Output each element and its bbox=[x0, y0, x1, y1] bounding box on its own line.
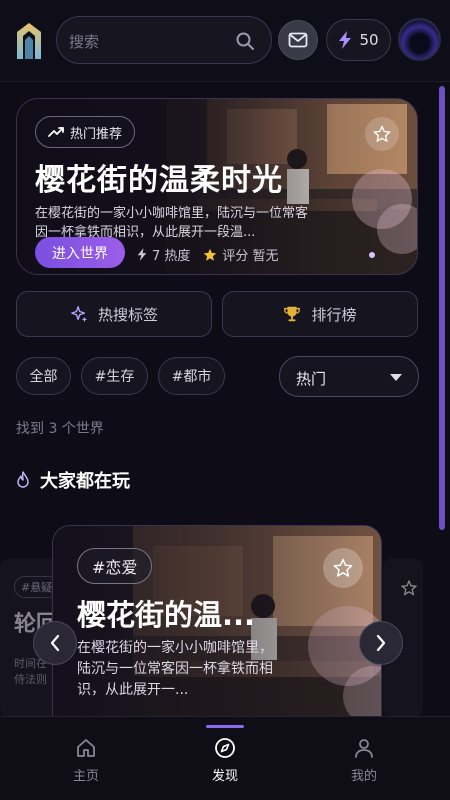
chevron-down-icon bbox=[390, 374, 402, 381]
card-title: 樱花街的温... bbox=[77, 598, 256, 632]
energy-counter[interactable]: 50 bbox=[326, 19, 391, 61]
tab-discover[interactable]: 发现 bbox=[150, 717, 300, 800]
carousel-card-current[interactable]: #恋爱 樱花街的温... 在樱花街的一家小小咖啡馆里，陆沉与一位常客因一杯拿铁而… bbox=[52, 525, 382, 735]
active-tab-indicator bbox=[206, 725, 244, 728]
compass-icon bbox=[215, 738, 235, 758]
app-logo-icon[interactable] bbox=[14, 22, 44, 60]
search-icon[interactable] bbox=[235, 31, 255, 51]
chevron-right-icon bbox=[376, 634, 386, 652]
card-tag: #恋爱 bbox=[77, 548, 153, 584]
user-icon bbox=[355, 739, 373, 758]
sort-value: 热门 bbox=[296, 370, 327, 388]
search-placeholder: 搜索 bbox=[69, 33, 100, 51]
star-outline-icon bbox=[333, 558, 353, 577]
favorite-button[interactable] bbox=[365, 117, 399, 151]
ranking-button[interactable]: 排行榜 bbox=[222, 291, 418, 337]
scrollbar-thumb[interactable] bbox=[439, 86, 445, 530]
tab-label: 发现 bbox=[211, 769, 238, 784]
energy-value: 50 bbox=[359, 31, 379, 49]
home-icon bbox=[77, 739, 95, 757]
star-outline-icon bbox=[401, 580, 417, 596]
hot-tags-button[interactable]: 热搜标签 bbox=[16, 291, 212, 337]
mail-icon bbox=[288, 32, 308, 48]
hero-meta: 7 热度 评分 暂无 bbox=[137, 245, 279, 264]
star-outline-icon bbox=[373, 125, 391, 142]
hot-tags-label: 热搜标签 bbox=[97, 305, 158, 324]
tab-label: 我的 bbox=[350, 769, 377, 784]
chevron-left-icon bbox=[50, 634, 60, 652]
filter-chip-survival[interactable]: #生存 bbox=[81, 357, 148, 395]
carousel-dot[interactable] bbox=[369, 252, 375, 258]
user-avatar[interactable] bbox=[398, 18, 441, 61]
search-input[interactable]: 搜索 bbox=[56, 16, 272, 64]
tab-profile[interactable]: 我的 bbox=[289, 717, 439, 800]
sort-dropdown[interactable]: 热门 bbox=[279, 356, 419, 397]
mail-button[interactable] bbox=[278, 20, 318, 60]
enter-world-button[interactable]: 进入世界 bbox=[35, 237, 125, 268]
tab-home[interactable]: 主页 bbox=[11, 717, 161, 800]
carousel-prev-button[interactable] bbox=[33, 621, 77, 665]
star-icon bbox=[204, 248, 217, 261]
card-description: 在樱花街的一家小小咖啡馆里，陆沉与一位常客因一杯拿铁而相识，从此展开一... bbox=[77, 640, 273, 698]
hero-heat: 7 热度 bbox=[152, 249, 191, 264]
trophy-icon bbox=[284, 306, 301, 322]
filter-chip-all[interactable]: 全部 bbox=[16, 357, 71, 395]
top-header: 搜索 50 bbox=[0, 0, 450, 82]
lightning-icon bbox=[339, 31, 352, 49]
lightning-icon bbox=[137, 248, 147, 261]
card-desc-line: 侍法则 bbox=[14, 673, 47, 686]
hot-badge-label: 热门推荐 bbox=[70, 126, 123, 142]
result-count: 找到 3 个世界 bbox=[16, 421, 104, 437]
hero-rating: 评分 暂无 bbox=[222, 249, 279, 264]
sparkle-icon bbox=[71, 306, 88, 323]
carousel-next-button[interactable] bbox=[359, 621, 403, 665]
filter-chip-city[interactable]: #都市 bbox=[158, 357, 225, 395]
trending-up-icon bbox=[48, 127, 64, 137]
hot-recommend-badge: 热门推荐 bbox=[35, 116, 136, 148]
section-title: 大家都在玩 bbox=[40, 471, 130, 492]
flame-icon bbox=[17, 471, 29, 488]
hero-banner-card[interactable]: 热门推荐 樱花街的温柔时光 在樱花街的一家小小咖啡馆里，陆沉与一位常客因一杯拿铁… bbox=[16, 98, 418, 275]
hero-title: 樱花街的温柔时光 bbox=[35, 163, 283, 198]
favorite-button[interactable] bbox=[323, 548, 363, 588]
tab-label: 主页 bbox=[72, 769, 99, 784]
bottom-tab-bar: 主页 发现 我的 bbox=[0, 716, 450, 800]
ranking-label: 排行榜 bbox=[311, 305, 357, 324]
